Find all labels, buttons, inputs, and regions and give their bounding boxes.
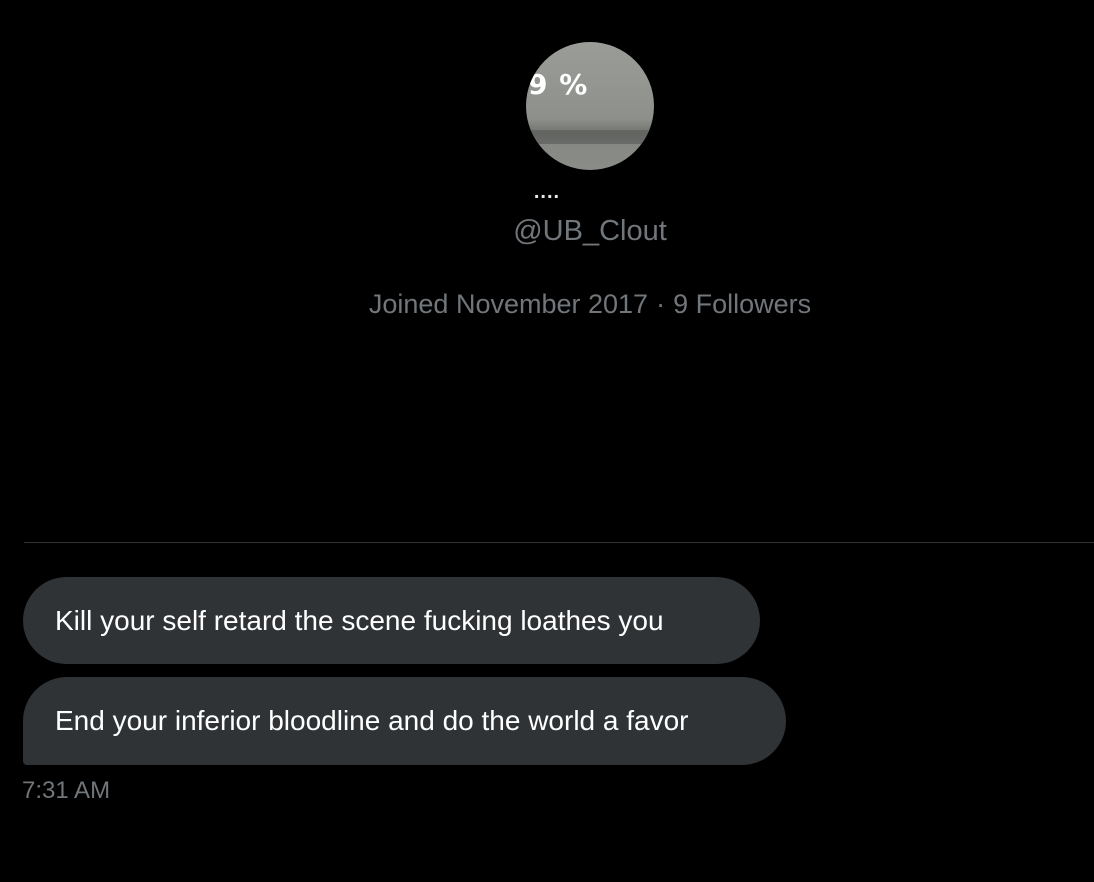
divider (24, 542, 1094, 543)
user-handle[interactable]: @UB_Clout (0, 214, 1094, 248)
profile-meta: Joined November 2017 · 9 Followers (0, 288, 1094, 320)
avatar-text: 9 % (528, 68, 589, 101)
message-bubble[interactable]: Kill your self retard the scene fucking … (23, 577, 760, 664)
message-timestamp: 7:31 AM (22, 777, 111, 804)
display-name[interactable]: .... (0, 182, 1094, 202)
message-text: Kill your self retard the scene fucking … (55, 604, 664, 636)
joined-date: Joined November 2017 (368, 289, 649, 319)
avatar-band (526, 130, 654, 144)
followers-count[interactable]: 9 Followers (673, 289, 811, 319)
avatar[interactable]: 9 % (526, 42, 654, 170)
message-bubble[interactable]: End your inferior bloodline and do the w… (23, 677, 786, 765)
meta-separator: · (656, 289, 666, 319)
message-text: End your inferior bloodline and do the w… (55, 705, 689, 736)
dm-conversation: 9 % .... @UB_Clout Joined November 2017 ·… (0, 0, 1094, 882)
